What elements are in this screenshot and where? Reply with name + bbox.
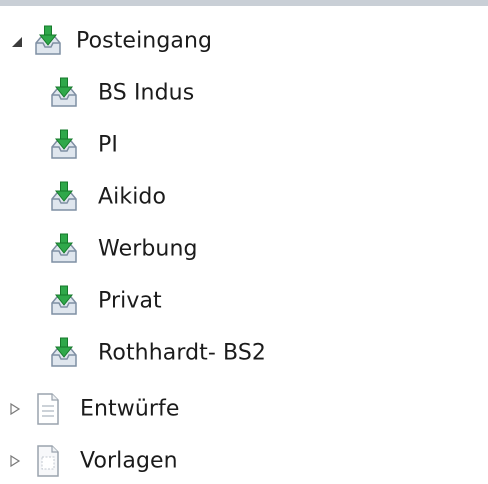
folder-label: Entwürfe — [80, 396, 180, 422]
folder-item-rothhardt-bs2[interactable]: Rothhardt- BS2 — [0, 330, 488, 376]
folder-label: Rothhardt- BS2 — [98, 340, 267, 366]
templates-document-icon — [37, 445, 59, 477]
folder-item-bs-indus[interactable]: BS Indus — [0, 70, 488, 116]
folder-item-pi[interactable]: PI — [0, 122, 488, 168]
collapsed-triangle-icon[interactable] — [8, 402, 22, 416]
inbox-download-icon — [51, 233, 77, 263]
expanded-triangle-icon[interactable] — [10, 34, 24, 48]
folder-label: BS Indus — [98, 80, 195, 106]
pane-top-border — [0, 0, 488, 6]
inbox-download-icon — [35, 25, 61, 55]
inbox-download-icon — [51, 129, 77, 159]
inbox-download-icon — [51, 285, 77, 315]
folder-label: Werbung — [98, 236, 198, 262]
folder-item-werbung[interactable]: Werbung — [0, 226, 488, 272]
drafts-document-icon — [37, 393, 59, 425]
folder-label: Aikido — [98, 184, 167, 210]
inbox-download-icon — [51, 181, 77, 211]
inbox-download-icon — [51, 337, 77, 367]
folder-item-privat[interactable]: Privat — [0, 278, 488, 324]
folder-label: PI — [98, 132, 118, 158]
folder-label: Vorlagen — [80, 448, 178, 474]
folder-item-vorlagen[interactable]: Vorlagen — [0, 438, 488, 484]
folder-label: Posteingang — [76, 28, 213, 54]
inbox-download-icon — [51, 77, 77, 107]
folder-item-aikido[interactable]: Aikido — [0, 174, 488, 220]
folder-label: Privat — [98, 288, 162, 314]
collapsed-triangle-icon[interactable] — [8, 454, 22, 468]
folder-item-posteingang[interactable]: Posteingang — [0, 18, 488, 64]
folder-item-entwuerfe[interactable]: Entwürfe — [0, 386, 488, 432]
